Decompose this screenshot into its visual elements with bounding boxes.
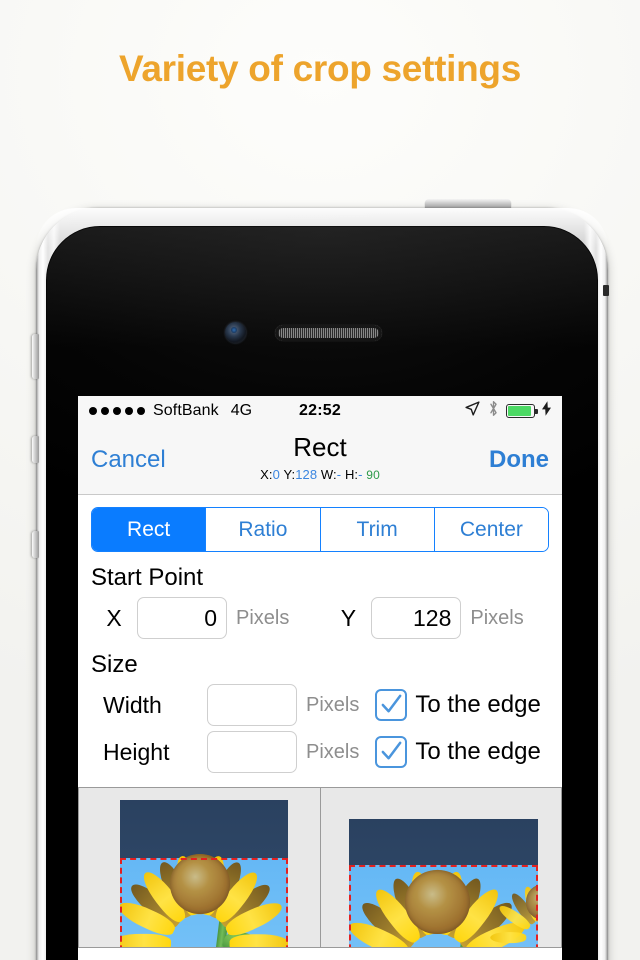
preview-strip	[78, 787, 562, 948]
start-y-input[interactable]: 128	[371, 597, 462, 639]
crop-settings-form: Rect Ratio Trim Center Start Point X 0 P…	[78, 507, 562, 773]
charging-bolt-icon	[542, 401, 551, 421]
h-key: H:	[344, 467, 359, 482]
mute-switch[interactable]	[32, 334, 39, 379]
front-camera-icon	[225, 322, 246, 343]
w-value: -	[336, 467, 342, 482]
height-input[interactable]	[207, 731, 297, 773]
height-field-label: Height	[103, 738, 170, 765]
y-field-label: Y	[340, 604, 357, 631]
signal-strength-icon	[89, 407, 145, 415]
page-title: Variety of crop settings	[119, 48, 521, 89]
crop-selection-outline[interactable]	[120, 858, 288, 947]
height-to-the-edge-checkbox[interactable]	[375, 736, 408, 768]
x-unit-label: Pixels	[236, 606, 290, 629]
x-key: X:	[260, 467, 273, 482]
y-key: Y:	[283, 467, 296, 482]
segment-ratio[interactable]: Ratio	[205, 508, 320, 551]
navigation-bar: Cancel Rect Done X:0 Y:128 W:- H:- 90	[78, 426, 562, 495]
extra-value: 90	[366, 468, 380, 482]
width-row: Width Pixels To the edge	[91, 684, 549, 726]
segment-rect[interactable]: Rect	[92, 508, 206, 551]
y-value: 128	[295, 467, 318, 482]
start-point-row: X 0 Pixels Y 128 Pixels	[91, 597, 549, 639]
start-x-input[interactable]: 0	[137, 597, 227, 639]
checkmark-icon	[381, 741, 402, 760]
crop-mode-segmented-control[interactable]: Rect Ratio Trim Center	[91, 507, 549, 552]
checkmark-icon	[381, 694, 402, 713]
height-unit-label: Pixels	[306, 740, 360, 763]
bluetooth-icon	[488, 400, 499, 422]
width-field-label: Width	[103, 691, 162, 718]
volume-down-button[interactable]	[32, 531, 39, 558]
height-row: Height Pixels To the edge	[91, 731, 549, 773]
y-unit-label: Pixels	[470, 606, 524, 629]
width-to-the-edge-checkbox[interactable]	[375, 689, 408, 721]
x-value: 0	[272, 467, 280, 482]
segment-center[interactable]: Center	[433, 508, 548, 551]
w-key: W:	[320, 467, 337, 482]
volume-up-button[interactable]	[32, 436, 39, 463]
cropped-preview[interactable]	[320, 788, 562, 948]
carrier-label: SoftBank	[153, 402, 219, 419]
start-point-section-title: Start Point	[91, 564, 204, 591]
battery-icon	[506, 404, 538, 418]
network-type-label: 4G	[230, 402, 253, 419]
original-preview[interactable]	[78, 788, 321, 948]
x-field-label: X	[106, 604, 122, 631]
antenna-band-right	[603, 285, 609, 296]
phone-mockup: SoftBank 4G 22:52 Cancel Rect Done X:0 Y…	[32, 199, 609, 960]
size-section-title: Size	[91, 651, 138, 678]
height-to-the-edge-label: To the edge	[415, 738, 541, 765]
earpiece-speaker-icon	[275, 325, 382, 341]
width-unit-label: Pixels	[306, 693, 360, 716]
crop-selection-outline[interactable]	[348, 865, 538, 947]
h-value: -	[358, 467, 363, 482]
status-bar: SoftBank 4G 22:52	[78, 396, 562, 426]
width-input[interactable]	[207, 684, 297, 726]
segment-trim[interactable]: Trim	[319, 508, 434, 551]
location-arrow-icon	[464, 400, 481, 422]
crop-coordinates-readout: X:0 Y:128 W:- H:- 90	[78, 467, 562, 482]
width-to-the-edge-label: To the edge	[415, 691, 541, 718]
phone-screen: SoftBank 4G 22:52 Cancel Rect Done X:0 Y…	[78, 396, 562, 960]
